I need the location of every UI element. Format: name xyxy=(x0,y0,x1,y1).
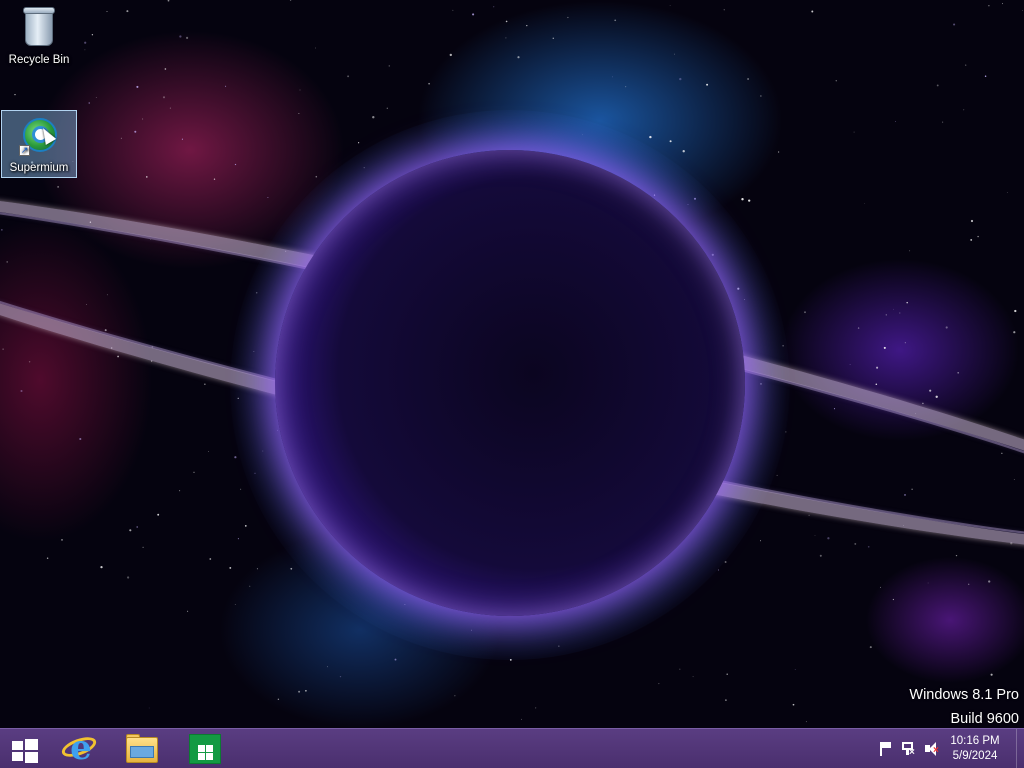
planet xyxy=(275,150,745,616)
taskbar-clock[interactable]: 10:16 PM 5/9/2024 xyxy=(945,734,1005,764)
internet-explorer-icon: e xyxy=(70,728,92,768)
volume-muted-icon[interactable]: × xyxy=(924,741,940,757)
clock-time: 10:16 PM xyxy=(950,735,1000,747)
taskbar-internet-explorer[interactable]: e xyxy=(48,731,110,767)
recycle-bin-icon xyxy=(19,6,59,50)
shortcut-arrow-icon: ↗ xyxy=(19,145,30,156)
network-icon[interactable]: × xyxy=(901,741,917,758)
desktop-icon-label: Supermium xyxy=(9,162,69,174)
watermark-edition: Windows 8.1 Pro xyxy=(909,687,1019,703)
desktop-background[interactable]: Recycle Bin ↗ Supermium Windows 8.1 Pro … xyxy=(0,0,1024,728)
start-button[interactable] xyxy=(0,731,48,767)
supermium-browser-icon: ↗ xyxy=(19,114,59,158)
taskbar-file-explorer[interactable] xyxy=(112,731,174,767)
clock-date: 5/9/2024 xyxy=(952,750,998,762)
taskbar: e × × 10:16 PM 5/9/2024 xyxy=(0,728,1024,768)
windows-store-icon xyxy=(189,734,221,764)
folder-window xyxy=(130,746,154,758)
show-desktop-button[interactable] xyxy=(1016,729,1024,768)
system-tray: × × 10:16 PM 5/9/2024 xyxy=(864,729,1024,768)
action-center-flag-icon[interactable] xyxy=(878,741,894,757)
watermark-build: Build 9600 xyxy=(950,711,1019,727)
desktop-icon-supermium[interactable]: ↗ Supermium xyxy=(1,110,77,178)
desktop-icon-label: Recycle Bin xyxy=(8,54,70,66)
windows-version-watermark: Windows 8.1 Pro Build 9600 xyxy=(909,683,1019,728)
windows-start-icon xyxy=(12,739,38,763)
desktop-icon-recycle-bin[interactable]: Recycle Bin xyxy=(1,6,77,76)
taskbar-store[interactable] xyxy=(174,731,236,767)
